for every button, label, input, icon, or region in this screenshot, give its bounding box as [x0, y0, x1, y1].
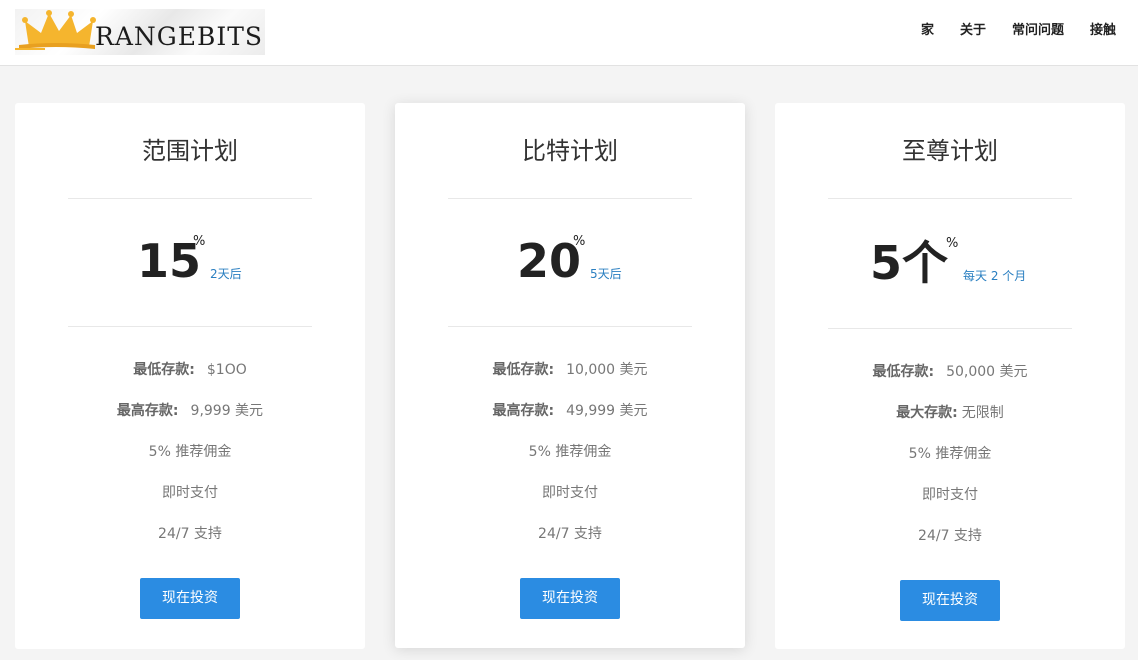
- max-deposit-label: 最大存款:: [896, 405, 958, 421]
- divider: [828, 198, 1072, 199]
- divider: [448, 326, 692, 327]
- plan-commission: 5% 推荐佣金: [908, 446, 992, 462]
- plan-title: 至尊计划: [902, 137, 998, 165]
- plan-max-deposit: 最高存款: 9,999 美元: [15, 401, 365, 421]
- max-deposit-value: 9,999 美元: [190, 403, 264, 419]
- nav-about[interactable]: 关于: [960, 22, 986, 40]
- invest-now-button[interactable]: 现在投资: [520, 578, 620, 619]
- plan-min-deposit: 最低存款: $1OO: [15, 360, 365, 380]
- plan-rate: 20: [517, 234, 582, 288]
- plan-payout: 即时支付: [162, 485, 218, 501]
- site-logo[interactable]: RANGEBITS: [15, 9, 265, 55]
- plan-rate-suffix: %: [193, 234, 206, 249]
- min-deposit-label: 最低存款:: [492, 362, 555, 378]
- plan-price: 15 % 2天后: [15, 231, 365, 291]
- min-deposit-value: $1OO: [206, 362, 247, 378]
- plan-rate: 5个: [870, 236, 949, 290]
- plan-card-supreme: 至尊计划 5个 % 每天 2 个月 最低存款: 50,000 美元 最大存款: 无限…: [775, 103, 1125, 649]
- divider: [448, 198, 692, 199]
- min-deposit-value: 10,000 美元: [566, 362, 648, 378]
- divider: [68, 326, 312, 327]
- invest-now-button[interactable]: 现在投资: [140, 578, 240, 619]
- plan-commission: 5% 推荐佣金: [148, 444, 232, 460]
- main-nav: 家 关于 常问问题 接触: [921, 22, 1116, 40]
- plan-period: 2天后: [210, 267, 242, 281]
- plan-min-deposit: 最低存款: 50,000 美元: [775, 362, 1125, 382]
- max-deposit-label: 最高存款:: [492, 403, 555, 419]
- max-deposit-value: 无限制: [961, 405, 1004, 421]
- plan-card-range: 范围计划 15 % 2天后 最低存款: $1OO 最高存款: 9,999 美元 5%…: [15, 103, 365, 649]
- max-deposit-value: 49,999 美元: [566, 403, 648, 419]
- plan-commission: 5% 推荐佣金: [528, 444, 612, 460]
- plan-support: 24/7 支持: [538, 526, 602, 542]
- plan-price: 5个 % 每天 2 个月: [775, 231, 1125, 291]
- plan-payout: 即时支付: [922, 487, 978, 503]
- max-deposit-label: 最高存款:: [116, 403, 179, 419]
- plan-period: 每天 2 个月: [963, 269, 1027, 283]
- plan-support: 24/7 支持: [158, 526, 222, 542]
- plan-title: 比特计划: [522, 137, 618, 165]
- plan-rate-suffix: %: [573, 234, 586, 249]
- nav-contact[interactable]: 接触: [1090, 22, 1116, 40]
- nav-home[interactable]: 家: [921, 22, 934, 40]
- divider: [68, 198, 312, 199]
- min-deposit-label: 最低存款:: [872, 364, 935, 380]
- plan-max-deposit: 最高存款: 49,999 美元: [395, 401, 745, 421]
- plan-min-deposit: 最低存款: 10,000 美元: [395, 360, 745, 380]
- plan-support: 24/7 支持: [918, 528, 982, 544]
- top-navbar: RANGEBITS 家 关于 常问问题 接触: [0, 0, 1138, 66]
- divider: [828, 328, 1072, 329]
- plan-rate-suffix: %: [946, 236, 959, 251]
- plan-price: 20 % 5天后: [395, 231, 745, 291]
- logo-text: RANGEBITS: [95, 22, 264, 51]
- invest-now-button[interactable]: 现在投资: [900, 580, 1000, 621]
- min-deposit-value: 50,000 美元: [946, 364, 1028, 380]
- min-deposit-label: 最低存款:: [133, 362, 195, 378]
- plan-payout: 即时支付: [542, 485, 598, 501]
- plan-rate: 15: [137, 234, 202, 288]
- plan-title: 范围计划: [142, 137, 238, 165]
- nav-faq[interactable]: 常问问题: [1012, 22, 1064, 40]
- plan-period: 5天后: [590, 267, 622, 281]
- plan-max-deposit: 最大存款: 无限制: [775, 403, 1125, 423]
- plan-card-bit: 比特计划 20 % 5天后 最低存款: 10,000 美元 最高存款: 49,999…: [395, 103, 745, 648]
